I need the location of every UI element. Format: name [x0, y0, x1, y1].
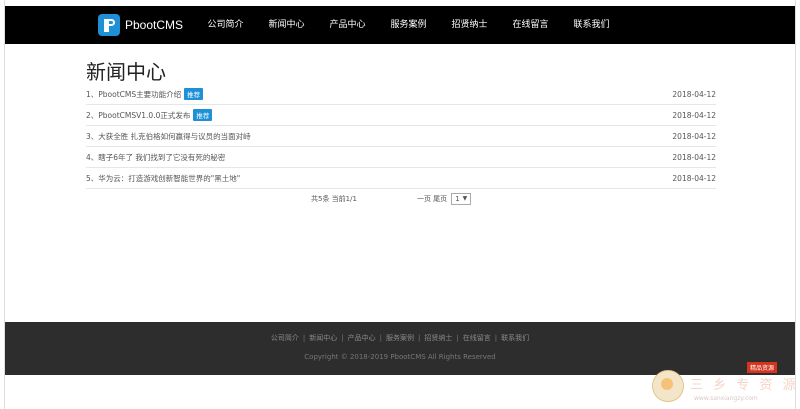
recommend-badge: 推荐	[193, 109, 213, 121]
news-item[interactable]: 1、PbootCMS主要功能介绍 推荐 2018-04-12	[86, 84, 716, 105]
news-date: 2018-04-12	[672, 131, 716, 141]
news-date: 2018-04-12	[672, 173, 716, 183]
watermark: 精品资源 三 乡 专 资 源 网 www.sanxiangzy.com	[648, 362, 800, 407]
top-navigation-bar: PbootCMS 公司简介 新闻中心 产品中心 服务案例 招贤纳士 在线留言 联…	[5, 6, 795, 44]
mascot-face-icon	[661, 378, 673, 390]
main-nav: 公司简介 新闻中心 产品中心 服务案例 招贤纳士 在线留言 联系我们	[195, 6, 622, 44]
nav-item-contact[interactable]: 联系我们	[561, 6, 622, 44]
pboot-logo-icon	[98, 14, 120, 36]
footer-links: 公司简介 | 新闻中心 | 产品中心 | 服务案例 | 招贤纳士 | 在线留言 | 联系我们	[5, 333, 795, 343]
nav-item-jobs[interactable]: 招贤纳士	[439, 6, 500, 44]
news-date: 2018-04-12	[672, 152, 716, 162]
logo-text: PbootCMS	[125, 18, 184, 32]
footer-link-products[interactable]: 产品中心	[348, 334, 376, 342]
nav-item-message[interactable]: 在线留言	[500, 6, 561, 44]
pagination: 共5条 当前1/1 一页 尾页 1 ▼	[311, 193, 472, 205]
page-title: 新闻中心	[86, 60, 166, 84]
footer-separator: |	[379, 334, 382, 342]
copyright: Copyright © 2018-2019 PbootCMS All Right…	[304, 353, 496, 361]
site-logo[interactable]: PbootCMS	[98, 13, 183, 37]
footer-separator: |	[456, 334, 459, 342]
pagination-prev-last[interactable]: 一页 尾页	[417, 194, 447, 204]
news-date: 2018-04-12	[672, 110, 716, 120]
footer-link-jobs[interactable]: 招贤纳士	[424, 334, 452, 342]
news-date: 2018-04-12	[672, 89, 716, 99]
footer-separator: |	[494, 334, 498, 342]
pagination-summary: 共5条 当前1/1	[311, 195, 357, 203]
news-item[interactable]: 2、PbootCMSV1.0.0正式发布 推荐 2018-04-12	[86, 105, 716, 126]
footer-separator: |	[418, 334, 421, 342]
footer-link-news[interactable]: 新闻中心	[309, 334, 337, 342]
nav-item-cases[interactable]: 服务案例	[378, 6, 439, 44]
nav-item-products[interactable]: 产品中心	[317, 6, 378, 44]
news-title[interactable]: 1、PbootCMS主要功能介绍	[86, 89, 181, 100]
recommend-badge: 推荐	[184, 88, 204, 100]
footer-separator: |	[302, 334, 306, 342]
watermark-text: 三 乡 专 资 源 网	[690, 378, 800, 393]
news-item[interactable]: 5、华为云：打造游戏创新智能世界的"黑土地" 2018-04-12	[86, 168, 716, 189]
page-select[interactable]: 1 ▼	[451, 193, 472, 205]
footer-link-about[interactable]: 公司简介	[271, 334, 299, 342]
watermark-badge: 精品资源	[747, 362, 778, 373]
watermark-url: www.sanxiangzy.com	[694, 395, 758, 402]
footer-link-cases[interactable]: 服务案例	[386, 334, 414, 342]
news-title[interactable]: 5、华为云：打造游戏创新智能世界的"黑土地"	[86, 173, 240, 184]
chevron-down-icon: ▼	[462, 195, 468, 202]
footer-link-contact[interactable]: 联系我们	[501, 334, 529, 342]
footer-separator: |	[341, 334, 344, 342]
footer-link-message[interactable]: 在线留言	[463, 334, 491, 342]
news-title[interactable]: 2、PbootCMSV1.0.0正式发布	[86, 110, 190, 121]
news-list: 1、PbootCMS主要功能介绍 推荐 2018-04-12 2、PbootCM…	[86, 84, 716, 189]
news-title[interactable]: 3、大获全胜 扎克伯格如何赢得与议员的当面对峙	[86, 131, 251, 142]
news-item[interactable]: 3、大获全胜 扎克伯格如何赢得与议员的当面对峙 2018-04-12	[86, 126, 716, 147]
news-item[interactable]: 4、瞎子6年了 我们找到了它没有死的秘密 2018-04-12	[86, 147, 716, 168]
news-title[interactable]: 4、瞎子6年了 我们找到了它没有死的秘密	[86, 152, 225, 163]
page-select-value: 1	[455, 195, 460, 203]
nav-item-news[interactable]: 新闻中心	[256, 6, 317, 44]
nav-item-about[interactable]: 公司简介	[195, 6, 256, 44]
